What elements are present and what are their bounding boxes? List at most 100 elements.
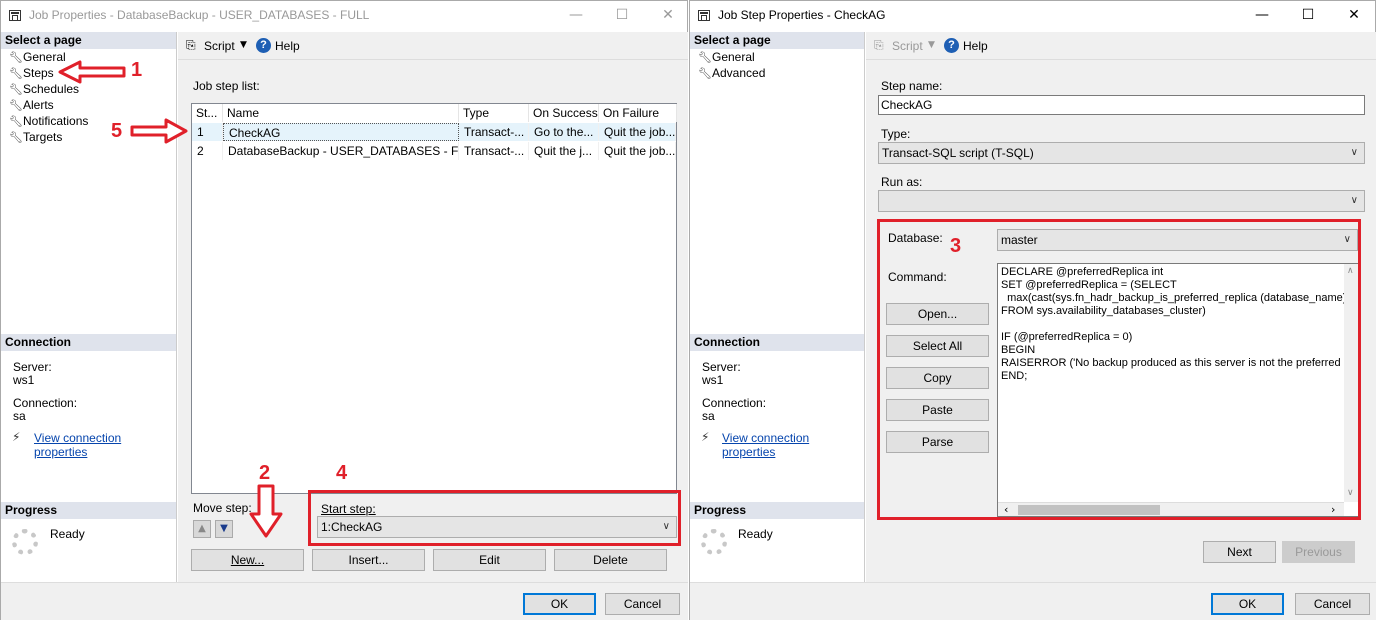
plug-icon: ⚡︎ (701, 430, 710, 444)
plug-icon: ⚡︎ (12, 430, 21, 444)
connection-header: Connection (1, 334, 176, 351)
column-header-type[interactable]: Type (459, 104, 529, 122)
chevron-down-icon[interactable]: ▼ (928, 40, 935, 50)
new-button[interactable]: New... (191, 549, 304, 571)
toolbar: ⎘ Script ▼ ? Help (866, 32, 1376, 60)
progress-header: Progress (690, 502, 864, 519)
job-step-list-label: Job step list: (193, 79, 260, 93)
wrench-icon: 🔧︎ (698, 67, 712, 80)
cell-on-failure: Quit the job... (599, 123, 676, 141)
table-row-2[interactable]: 2 DatabaseBackup - USER_DATABASES - F...… (192, 142, 676, 160)
cell-name: DatabaseBackup - USER_DATABASES - F... (223, 142, 459, 160)
title-bar: Job Step Properties - CheckAG — ☐ ✕ (690, 1, 1375, 31)
window-title: Job Step Properties - CheckAG (718, 8, 886, 22)
script-button[interactable]: Script (204, 39, 235, 53)
progress-status: Ready (738, 527, 773, 541)
window-icon (698, 10, 710, 21)
select-page-header: Select a page (690, 32, 864, 49)
step-name-input[interactable]: CheckAG (878, 95, 1365, 115)
page-item-advanced[interactable]: 🔧︎Advanced (698, 65, 765, 81)
server-label: Server: (702, 360, 741, 374)
help-button[interactable]: Help (963, 39, 988, 53)
annotation-arrow-left (58, 60, 126, 84)
page-item-steps[interactable]: 🔧︎Steps (9, 65, 54, 81)
column-header-on-success[interactable]: On Success (529, 104, 599, 122)
script-icon: ⎘ (874, 38, 884, 52)
chevron-down-icon: ∨ (1350, 195, 1358, 206)
select-page-pane: Select a page 🔧︎General 🔧︎Advanced Conne… (690, 32, 865, 619)
server-value: ws1 (13, 373, 35, 387)
server-value: ws1 (702, 373, 724, 387)
script-icon: ⎘ (186, 38, 196, 52)
cancel-button[interactable]: Cancel (605, 593, 680, 615)
edit-button[interactable]: Edit (433, 549, 546, 571)
page-item-notifications[interactable]: 🔧︎Notifications (9, 113, 88, 129)
help-icon: ? (944, 38, 959, 53)
maximize-button[interactable]: ☐ (1285, 3, 1331, 27)
view-connection-properties-link[interactable]: View connection properties (34, 431, 176, 459)
step-name-label: Step name: (881, 79, 943, 93)
minimize-button[interactable]: — (553, 3, 599, 27)
ok-button[interactable]: OK (523, 593, 596, 615)
move-up-button[interactable]: ▲ (193, 520, 211, 538)
title-bar: Job Properties - DatabaseBackup - USER_D… (1, 1, 687, 31)
annotation-number-3: 3 (950, 235, 962, 257)
cell-type: Transact-... (459, 123, 529, 141)
help-button[interactable]: Help (275, 39, 300, 53)
run-as-dropdown[interactable]: ∨ (878, 190, 1365, 212)
progress-header: Progress (1, 502, 176, 519)
help-icon: ? (256, 38, 271, 53)
close-button[interactable]: ✕ (1331, 3, 1376, 27)
script-button[interactable]: Script (892, 39, 923, 53)
column-header-on-failure[interactable]: On Failure (599, 104, 677, 122)
cell-step: 1 (192, 123, 223, 141)
delete-button[interactable]: Delete (554, 549, 667, 571)
wrench-icon: 🔧︎ (9, 99, 23, 112)
cell-step: 2 (192, 142, 223, 160)
wrench-icon: 🔧︎ (9, 83, 23, 96)
page-item-general[interactable]: 🔧︎General (698, 49, 755, 65)
previous-button: Previous (1282, 541, 1355, 563)
wrench-icon: 🔧︎ (9, 67, 23, 80)
connection-label: Connection: (13, 396, 78, 410)
wrench-icon: 🔧︎ (698, 51, 712, 64)
window-title: Job Properties - DatabaseBackup - USER_D… (29, 8, 370, 22)
job-step-grid[interactable]: St... Name Type On Success On Failure 1 … (191, 103, 677, 494)
column-header-step[interactable]: St... (192, 104, 223, 122)
minimize-button[interactable]: — (1239, 3, 1285, 27)
next-button[interactable]: Next (1203, 541, 1276, 563)
wrench-icon: 🔧︎ (9, 131, 23, 144)
run-as-label: Run as: (881, 175, 923, 189)
move-step-label: Move step: (193, 501, 252, 515)
wrench-icon: 🔧︎ (9, 115, 23, 128)
server-label: Server: (13, 360, 52, 374)
cell-on-failure: Quit the job... (599, 142, 676, 160)
annotation-number-1: 1 (131, 59, 143, 81)
annotation-arrow-right (130, 118, 188, 144)
chevron-down-icon: ∨ (1350, 147, 1358, 158)
connection-value: sa (702, 409, 715, 423)
ok-button[interactable]: OK (1211, 593, 1284, 615)
chevron-down-icon[interactable]: ▼ (240, 40, 247, 50)
insert-button[interactable]: Insert... (312, 549, 425, 571)
move-down-button[interactable]: ▼ (215, 520, 233, 538)
type-label: Type: (881, 127, 911, 141)
close-button[interactable]: ✕ (645, 3, 691, 27)
toolbar: ⎘ Script ▼ ? Help (178, 32, 688, 60)
table-row-1[interactable]: 1 CheckAG Transact-... Go to the... Quit… (192, 123, 676, 141)
column-header-name[interactable]: Name (223, 104, 459, 122)
maximize-button[interactable]: ☐ (599, 3, 645, 27)
type-value: Transact-SQL script (T-SQL) (882, 146, 1034, 160)
progress-status: Ready (50, 527, 85, 541)
annotation-box-start-step (308, 490, 681, 546)
select-page-header: Select a page (1, 32, 176, 49)
annotation-arrow-down (249, 484, 283, 538)
page-item-targets[interactable]: 🔧︎Targets (9, 129, 62, 145)
type-dropdown[interactable]: Transact-SQL script (T-SQL) ∨ (878, 142, 1365, 164)
progress-spinner-icon (12, 529, 38, 555)
cell-on-success: Quit the j... (529, 142, 599, 160)
view-connection-properties-link[interactable]: View connection properties (722, 431, 864, 459)
annotation-number-2: 2 (259, 462, 271, 484)
cancel-button[interactable]: Cancel (1295, 593, 1370, 615)
page-item-alerts[interactable]: 🔧︎Alerts (9, 97, 54, 113)
